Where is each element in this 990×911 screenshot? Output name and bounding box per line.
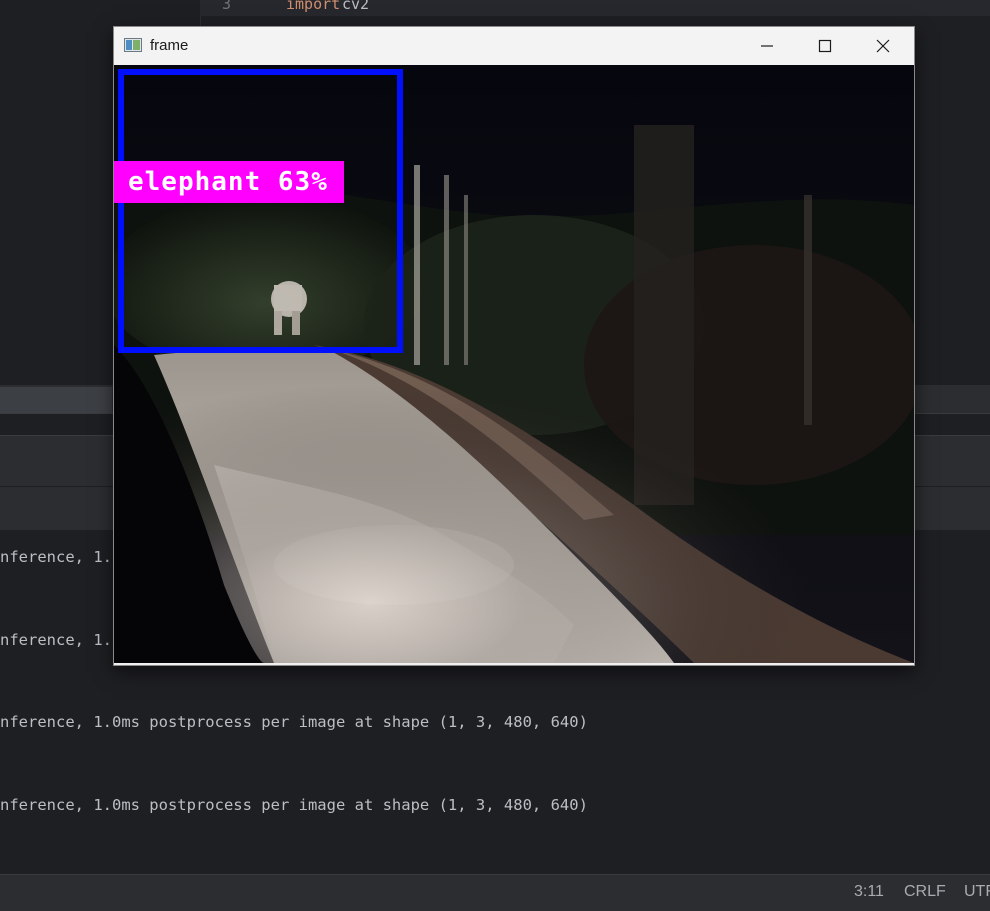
video-frame: elephant 63% — [114, 65, 914, 663]
console-line: nference, 1.0ms postprocess per image at… — [0, 796, 588, 814]
minimize-button[interactable] — [738, 27, 796, 65]
window-title: frame — [150, 37, 189, 54]
console-line: nference, 1. — [0, 548, 112, 566]
line-number: 3 — [222, 0, 232, 13]
detection-label: elephant 63% — [114, 161, 344, 203]
line-separator[interactable]: CRLF — [904, 883, 946, 901]
status-bar: 3:11 CRLF UTF — [0, 874, 990, 911]
console-line: nference, 1.0 — [0, 631, 122, 649]
minimize-icon — [760, 39, 774, 53]
window-titlebar[interactable]: frame — [114, 27, 914, 65]
maximize-icon — [818, 39, 832, 53]
frame-window[interactable]: frame elephant 63% — [113, 26, 915, 666]
detection-class: elephant — [128, 167, 262, 197]
code-module-name[interactable]: cv2 — [342, 0, 369, 13]
detection-bounding-box — [118, 69, 403, 353]
file-encoding[interactable]: UTF — [964, 883, 990, 901]
maximize-button[interactable] — [796, 27, 854, 65]
detection-confidence: 63% — [277, 167, 328, 197]
close-button[interactable] — [854, 27, 912, 65]
horizontal-scrollbar-thumb[interactable] — [0, 387, 112, 413]
image-window-icon — [124, 38, 142, 52]
caret-position[interactable]: 3:11 — [854, 883, 884, 901]
code-keyword[interactable]: import — [286, 0, 340, 13]
close-icon — [876, 39, 890, 53]
console-line: nference, 1.0ms postprocess per image at… — [0, 713, 588, 731]
